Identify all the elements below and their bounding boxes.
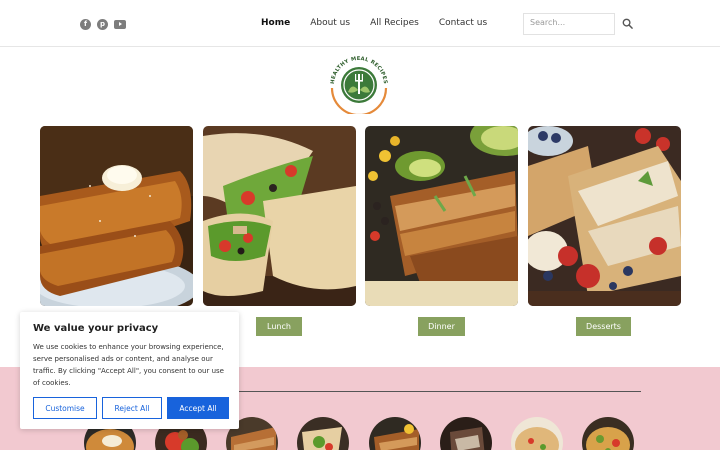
site-logo[interactable]: HEALTHY MEAL RECIPES (326, 52, 392, 114)
nav-about-us[interactable]: About us (310, 18, 350, 28)
search-input[interactable] (530, 18, 608, 27)
cookie-buttons: Customise Reject All Accept All (33, 397, 229, 419)
nav-contact-us[interactable]: Contact us (439, 18, 487, 28)
accept-all-button[interactable]: Accept All (167, 397, 229, 419)
social-links: f p (80, 19, 126, 30)
page: f p Home About us All Recipes Contact us (0, 0, 720, 450)
cookie-title: We value your privacy (33, 323, 159, 334)
lunch-image[interactable] (203, 126, 356, 306)
nav-home[interactable]: Home (261, 18, 290, 28)
reject-all-button[interactable]: Reject All (102, 397, 162, 419)
site-header: f p Home About us All Recipes Contact us (0, 0, 720, 47)
desserts-image[interactable] (528, 126, 681, 306)
section-divider (236, 391, 641, 392)
customise-button[interactable]: Customise (33, 397, 97, 419)
breakfast-image[interactable] (40, 126, 193, 306)
facebook-icon[interactable]: f (80, 19, 91, 30)
dinner-button[interactable]: Dinner (418, 317, 465, 336)
desserts-button[interactable]: Desserts (576, 317, 631, 336)
search-icon[interactable] (622, 18, 633, 29)
dinner-image[interactable] (365, 126, 518, 306)
nav-all-recipes[interactable]: All Recipes (370, 18, 419, 28)
search-box (523, 13, 615, 35)
pinterest-icon[interactable]: p (97, 19, 108, 30)
youtube-icon[interactable] (114, 20, 126, 29)
cookie-consent-banner: We value your privacy We use cookies to … (20, 312, 239, 429)
main-nav: Home About us All Recipes Contact us (261, 18, 507, 28)
cookie-text: We use cookies to enhance your browsing … (33, 343, 224, 387)
lunch-button[interactable]: Lunch (256, 317, 302, 336)
